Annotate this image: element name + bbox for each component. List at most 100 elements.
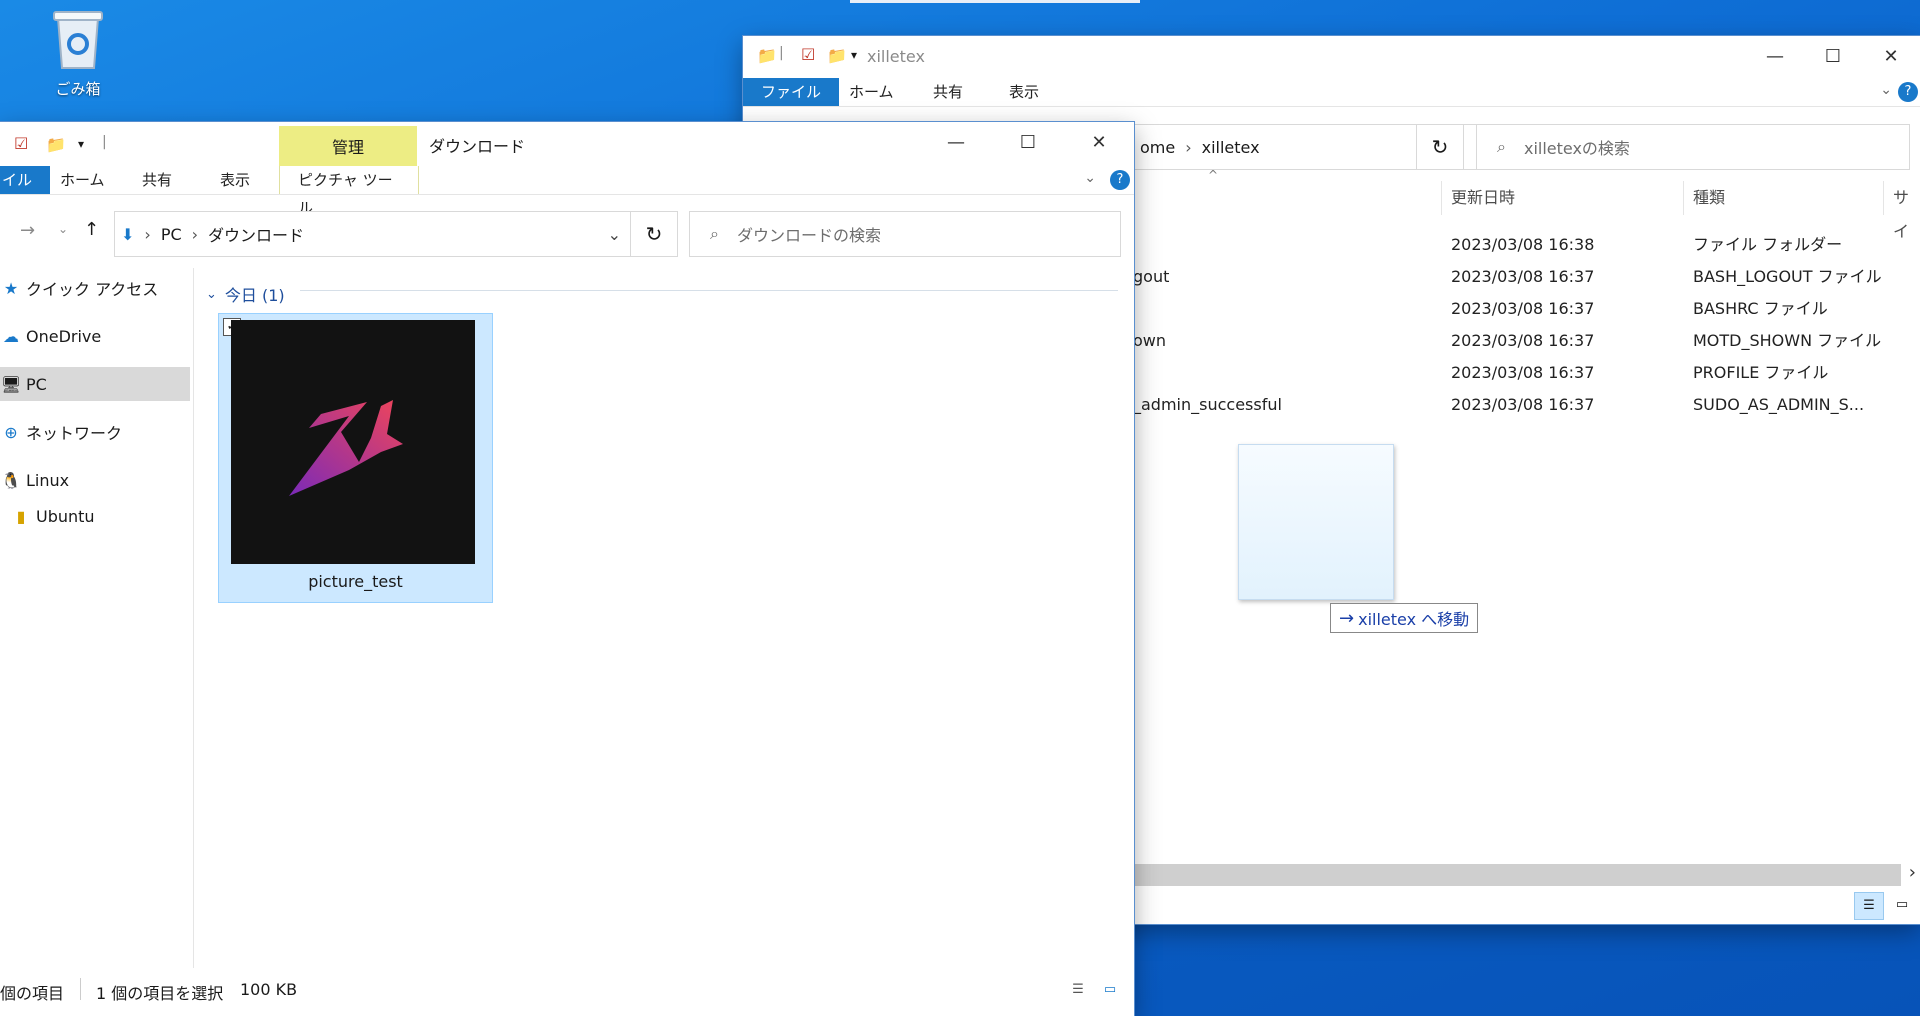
ribbon-expand-icon[interactable]: ⌄ [1084, 170, 1096, 186]
tab-home[interactable]: ホーム [831, 78, 912, 106]
nav-label: PC [26, 374, 47, 394]
breadcrumb-home[interactable]: ome [1140, 138, 1175, 157]
address-bar[interactable]: ⬇ › PC › ダウンロード ⌄ [114, 211, 632, 257]
search-input[interactable]: ⌕ ダウンロードの検索 [689, 211, 1121, 257]
close-button[interactable]: ✕ [1064, 122, 1134, 162]
details-view-icon[interactable]: ☰ [1066, 978, 1090, 1002]
cloud-icon: ☁ [3, 326, 19, 346]
group-header-today[interactable]: ⌄ 今日 (1) [206, 282, 285, 306]
breadcrumb-chevron-icon: › [144, 224, 151, 244]
nav-linux[interactable]: 🐧 Linux [0, 463, 190, 497]
tab-view[interactable]: 表示 [202, 166, 268, 194]
tab-picture-tools[interactable]: ピクチャ ツール [279, 166, 419, 217]
column-divider[interactable] [1883, 181, 1884, 215]
quick-access-dropdown-icon[interactable]: ▾ [78, 137, 84, 151]
breadcrumb-current[interactable]: ダウンロード [208, 222, 304, 246]
file-type: PROFILE ファイル [1693, 363, 1829, 382]
column-divider[interactable] [1683, 181, 1684, 215]
file-modified: 2023/03/08 16:37 [1451, 299, 1595, 318]
breadcrumb-current[interactable]: xilletex [1202, 138, 1260, 157]
logo-thumbnail-icon [289, 400, 403, 496]
status-size: 100 KB [240, 980, 298, 999]
search-input[interactable]: ⌕ xilletexの検索 [1476, 124, 1910, 170]
file-type: SUDO_AS_ADMIN_S... [1693, 395, 1865, 414]
folder-icon: 📁 [757, 46, 777, 65]
file-modified: 2023/03/08 16:38 [1451, 235, 1595, 254]
file-type: MOTD_SHOWN ファイル [1693, 331, 1882, 350]
ribbon-expand-icon[interactable]: ⌄ [1880, 82, 1892, 98]
recent-dropdown-icon[interactable]: ⌄ [58, 222, 68, 236]
column-divider[interactable] [1441, 181, 1442, 215]
tab-home[interactable]: ホーム [42, 166, 123, 194]
nav-ubuntu[interactable]: ▮ Ubuntu [0, 499, 200, 533]
recycle-bin-label: ごみ箱 [55, 80, 101, 98]
nav-label: OneDrive [26, 326, 102, 346]
recycle-bin[interactable]: ごみ箱 [40, 6, 116, 99]
file-tile-selected[interactable]: ✓ picture_test [218, 313, 493, 603]
address-dropdown-icon[interactable]: ⌄ [608, 225, 621, 244]
downloads-icon: ⬇ [121, 224, 135, 244]
file-name[interactable]: _admin_successful [1133, 389, 1282, 421]
properties-icon[interactable]: ☑ [14, 134, 28, 153]
ribbon-tabs: イル ホーム 共有 表示 ピクチャ ツール ⌄ ? [0, 166, 1134, 217]
collapse-chevron-icon: ⌄ [206, 286, 217, 302]
tab-file[interactable]: ファイル [743, 78, 840, 106]
sort-arrow-icon: ^ [1208, 168, 1219, 182]
search-icon: ⌕ [1497, 137, 1506, 156]
refresh-icon: ↻ [1431, 135, 1449, 159]
nav-quick-access[interactable]: ★ クイック アクセス [0, 271, 190, 305]
tab-share[interactable]: 共有 [124, 166, 190, 194]
large-icons-view-icon[interactable]: ▭ [1888, 892, 1916, 918]
horizontal-scrollbar-thumb[interactable] [1133, 864, 1901, 886]
details-view-icon[interactable]: ☰ [1854, 892, 1884, 920]
nav-onedrive[interactable]: ☁ OneDrive [0, 319, 190, 353]
file-type: BASH_LOGOUT ファイル [1693, 267, 1882, 286]
file-type: BASHRC ファイル [1693, 299, 1828, 318]
tab-share[interactable]: 共有 [915, 78, 981, 106]
tab-manage[interactable]: 管理 [279, 126, 417, 166]
minimize-button[interactable]: — [1746, 36, 1804, 76]
refresh-button[interactable]: ↻ [1416, 124, 1464, 170]
refresh-button[interactable]: ↻ [630, 211, 678, 257]
tab-view[interactable]: 表示 [991, 78, 1057, 106]
group-label: 今日 (1) [224, 286, 285, 305]
up-icon[interactable]: ↑ [84, 219, 99, 240]
explorer-window-downloads[interactable]: ☑ 📁 ▾ | 管理 ダウンロード — ☐ ✕ イル ホーム 共有 表示 ピクチ… [0, 122, 1134, 1016]
file-name: picture_test [308, 572, 403, 591]
breadcrumb-chevron-icon: › [191, 224, 199, 244]
column-size[interactable]: サイ [1893, 181, 1920, 241]
help-icon[interactable]: ? [1110, 170, 1130, 190]
maximize-button[interactable]: ☐ [1804, 36, 1862, 76]
scroll-right-icon[interactable]: › [1909, 862, 1916, 883]
nav-pane-divider[interactable] [193, 268, 194, 968]
file-name[interactable]: own [1133, 325, 1166, 357]
window-title: ダウンロード [429, 137, 526, 156]
new-folder-icon[interactable]: 📁 [827, 46, 847, 65]
forward-icon[interactable]: → [20, 220, 35, 241]
minimize-button[interactable]: — [920, 122, 992, 162]
star-icon: ★ [3, 278, 19, 298]
breadcrumb-pc[interactable]: PC [161, 225, 182, 244]
drag-tooltip: → xilletex へ移動 [1330, 603, 1479, 633]
column-modified[interactable]: 更新日時 [1451, 181, 1515, 215]
file-name[interactable]: gout [1133, 261, 1169, 293]
network-icon: ⊕ [4, 422, 18, 442]
nav-label: ネットワーク [26, 424, 123, 443]
column-type[interactable]: 種類 [1693, 181, 1725, 215]
recycle-bin-icon [53, 11, 103, 69]
close-button[interactable]: ✕ [1862, 36, 1920, 76]
file-modified: 2023/03/08 16:37 [1451, 331, 1595, 350]
nav-pc[interactable]: 🖥 PC [0, 367, 190, 401]
nav-label: クイック アクセス [26, 280, 159, 299]
file-modified: 2023/03/08 16:37 [1451, 395, 1595, 414]
nav-label: Ubuntu [36, 506, 95, 526]
linux-penguin-icon: 🐧 [1, 470, 21, 490]
new-folder-icon[interactable]: 📁 [46, 135, 66, 154]
maximize-button[interactable]: ☐ [992, 122, 1064, 162]
quick-access-dropdown-icon[interactable]: ▾ [851, 48, 857, 62]
nav-network[interactable]: ⊕ ネットワーク [0, 415, 190, 449]
status-divider [80, 978, 81, 1000]
properties-icon[interactable]: ☑ [801, 45, 815, 64]
help-icon[interactable]: ? [1898, 82, 1918, 102]
large-icons-view-icon[interactable]: ▭ [1098, 978, 1122, 1002]
